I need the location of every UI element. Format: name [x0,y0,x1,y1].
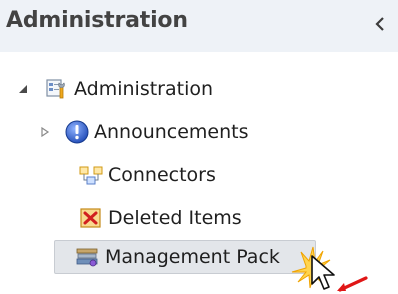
pane-title: Administration [6,8,188,33]
tree-item-administration[interactable]: Administration [16,72,213,106]
tree-item-label: Deleted Items [108,207,242,229]
collapsed-arrow-icon[interactable] [38,125,52,139]
connectors-icon [78,162,104,188]
tree-item-connectors[interactable]: Connectors [78,158,216,192]
collapse-pane-button[interactable] [370,10,390,38]
tree-item-announcements[interactable]: Announcements [38,115,249,149]
tree-item-deleted-items[interactable]: Deleted Items [78,201,242,235]
navigation-pane-header: Administration [0,0,398,52]
navigation-tree: Administration Announcements Connectors … [0,52,398,292]
tree-item-label: Management Pack [105,246,280,268]
tree-item-label: Administration [74,78,214,100]
expanded-arrow-icon[interactable] [16,82,30,96]
management-pack-icon [75,244,101,270]
administration-icon [44,76,70,102]
tree-item-label: Connectors [108,164,216,186]
deleted-items-icon [78,205,104,231]
tree-item-label: Announcements [94,121,249,143]
info-icon [64,119,90,145]
chevron-left-icon [375,17,384,31]
tree-item-management-pack[interactable]: Management Pack [54,240,316,274]
